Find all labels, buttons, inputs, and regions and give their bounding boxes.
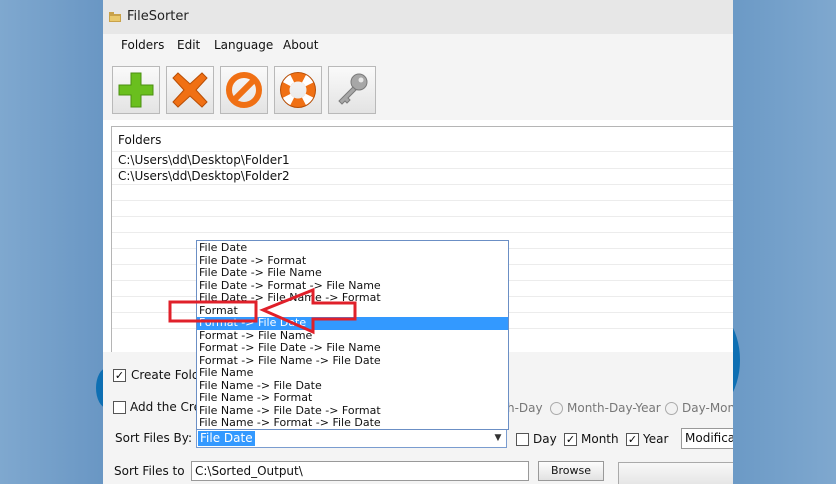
lifebuoy-icon [280,72,316,108]
month-label: Month [581,432,619,446]
dropdown-option[interactable]: File Date [197,241,508,255]
dropdown-option[interactable]: File Name -> Format -> File Date [197,416,508,429]
key-icon [338,73,368,105]
list-divider [112,216,733,217]
list-divider [112,200,733,201]
menu-edit[interactable]: Edit [177,38,200,52]
dropdown-option[interactable]: File Date -> File Name [197,266,508,280]
window-title: FileSorter [127,9,189,24]
dropdown-option[interactable]: File Name [197,366,508,380]
dropdown-option-selected[interactable]: Format -> File Date [197,316,508,330]
date-type-value: Modificat [685,431,733,445]
year-label: Year [643,432,669,446]
list-divider [112,232,733,233]
day-label: Day [533,432,557,446]
browse-button[interactable]: Browse [538,461,604,481]
date-format-radio[interactable] [665,402,678,415]
help-button[interactable] [274,66,322,114]
add-date-checkbox[interactable] [113,401,126,414]
sort-by-label: Sort Files By: [115,431,193,445]
month-checkbox[interactable]: ✓ [564,433,577,446]
sort-by-dropdown-list[interactable]: File Date File Date -> Format File Date … [196,240,509,430]
menu-about[interactable]: About [283,38,318,52]
dropdown-option[interactable]: Format -> File Date -> File Name [197,341,508,355]
remove-folder-button[interactable] [166,66,214,114]
license-button[interactable] [328,66,376,114]
toolbar [103,58,733,120]
output-path-input[interactable]: C:\Sorted_Output\ [191,461,529,481]
folder-item[interactable]: C:\Users\dd\Desktop\Folder1 [118,153,290,167]
sort-button[interactable] [618,462,733,484]
date-format-label: h-Day [507,401,543,415]
cancel-button[interactable] [220,66,268,114]
dropdown-option[interactable]: File Name -> Format [197,391,508,405]
folder-item[interactable]: C:\Users\dd\Desktop\Folder2 [118,169,290,183]
date-format-label: Day-Mont [682,401,733,415]
menu-folders[interactable]: Folders [121,38,164,52]
remove-icon [172,72,208,108]
date-format-radio[interactable] [550,402,563,415]
app-icon [109,12,121,22]
list-divider [112,184,733,185]
title-bar: FileSorter [103,0,733,34]
add-folder-button[interactable] [112,66,160,114]
date-type-select[interactable]: Modificat [681,428,733,449]
cancel-icon [226,72,262,108]
list-divider [112,151,733,152]
sort-by-value: File Date [198,431,255,446]
day-checkbox[interactable] [516,433,529,446]
output-path-value: C:\Sorted_Output\ [195,464,303,478]
dropdown-option[interactable]: File Date -> File Name -> Format [197,291,508,305]
create-folders-checkbox[interactable]: ✓ [113,369,126,382]
add-date-label: Add the Cre [130,400,201,414]
date-format-label: Month-Day-Year [567,401,661,415]
chevron-down-icon[interactable]: ▼ [490,430,506,447]
sort-by-select[interactable]: File Date ▼ [196,429,507,448]
create-folders-label: Create Fold [131,368,200,382]
add-icon [118,72,154,108]
sort-to-label: Sort Files to [114,464,185,478]
menu-bar: Folders Edit Language About [103,34,733,59]
folders-column-header: Folders [118,133,162,147]
year-checkbox[interactable]: ✓ [626,433,639,446]
menu-language[interactable]: Language [214,38,273,52]
